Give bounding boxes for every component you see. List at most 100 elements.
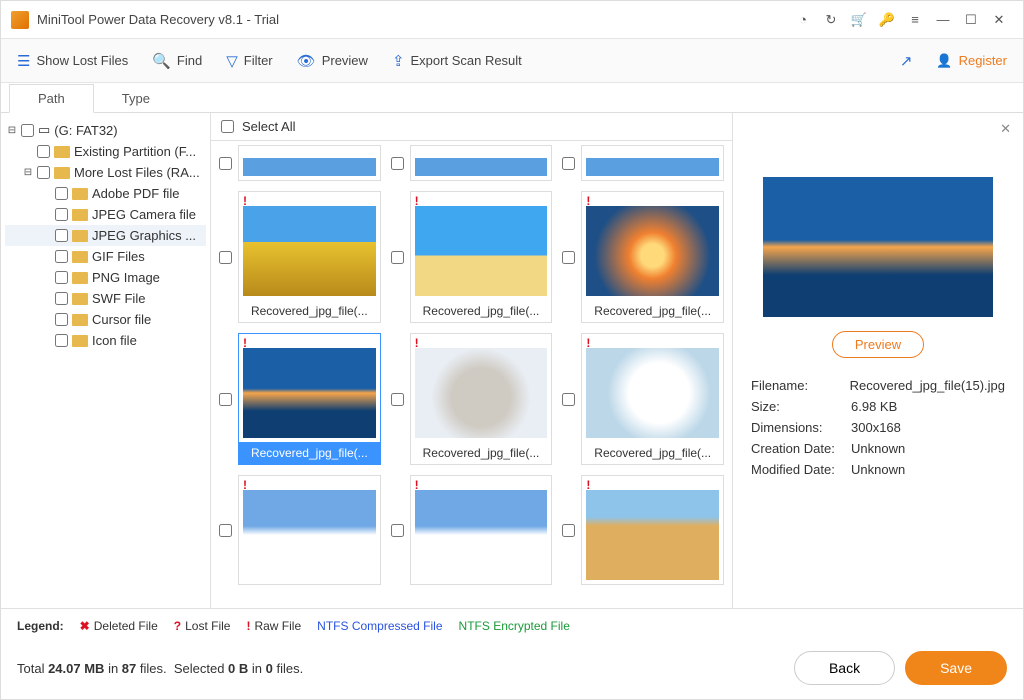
save-button[interactable]: Save: [905, 651, 1007, 685]
thumbnail-card[interactable]: !: [581, 475, 724, 585]
tree-label: SWF File: [92, 291, 145, 306]
tree-label: Existing Partition (F...: [74, 144, 196, 159]
thumbnail-cell[interactable]: !: [219, 475, 381, 585]
maximize-icon[interactable]: ☐: [957, 6, 985, 34]
select-all-checkbox[interactable]: [221, 120, 234, 133]
register-button[interactable]: 👤Register: [936, 53, 1007, 69]
tree-item[interactable]: JPEG Camera file: [5, 204, 206, 225]
tab-path[interactable]: Path: [9, 84, 94, 113]
tree-item[interactable]: GIF Files: [5, 246, 206, 267]
folder-icon: [72, 293, 88, 305]
thumbnail-grid[interactable]: ! Recovered_jpg_file(... ! Recovered_jpg…: [211, 141, 732, 608]
thumbnail-card[interactable]: [410, 145, 553, 181]
thumbnail-cell[interactable]: ! Recovered_jpg_file(...: [391, 191, 553, 323]
main: ⊟ ▭ (G: FAT32) Existing Partition (F... ⊟…: [1, 113, 1023, 608]
raw-flag-icon: !: [582, 192, 723, 206]
tree-item[interactable]: PNG Image: [5, 267, 206, 288]
tree-checkbox[interactable]: [37, 166, 50, 179]
find-button[interactable]: 🔍Find: [152, 52, 202, 70]
thumbnail-cell[interactable]: ! Recovered_jpg_file(...: [219, 191, 381, 323]
tree-checkbox[interactable]: [55, 187, 68, 200]
minimize-icon[interactable]: —: [929, 6, 957, 34]
thumbnail-checkbox[interactable]: [391, 393, 404, 406]
gauge-icon[interactable]: ◔: [789, 6, 817, 34]
thumbnail-card[interactable]: ! Recovered_jpg_file(...: [410, 333, 553, 465]
preview-meta: Filename:Recovered_jpg_file(15).jpg Size…: [751, 378, 1005, 477]
thumbnail-checkbox[interactable]: [391, 524, 404, 537]
thumbnail-checkbox[interactable]: [562, 157, 575, 170]
thumbnail-cell[interactable]: [219, 145, 381, 181]
tree-root[interactable]: ⊟ ▭ (G: FAT32): [5, 119, 206, 141]
tree-label: Adobe PDF file: [92, 186, 179, 201]
thumbnail-card[interactable]: ! Recovered_jpg_file(...: [238, 191, 381, 323]
tree-checkbox[interactable]: [55, 292, 68, 305]
thumbnail-cell[interactable]: !: [562, 475, 724, 585]
tree-checkbox[interactable]: [21, 124, 34, 137]
tree-checkbox[interactable]: [55, 250, 68, 263]
tree-item[interactable]: Icon file: [5, 330, 206, 351]
preview-button[interactable]: 👁Preview: [297, 52, 368, 70]
thumbnail-card[interactable]: ! Recovered_jpg_file(...: [581, 333, 724, 465]
menu-icon[interactable]: ≡: [901, 6, 929, 34]
thumbnail-image: [586, 348, 719, 438]
thumbnail-card[interactable]: !: [410, 475, 553, 585]
tree-checkbox[interactable]: [55, 313, 68, 326]
thumbnail-checkbox[interactable]: [562, 524, 575, 537]
folder-icon: [72, 209, 88, 221]
tree-checkbox[interactable]: [55, 229, 68, 242]
thumbnail-caption: Recovered_jpg_file(...: [239, 300, 380, 322]
key-icon[interactable]: 🔑: [873, 6, 901, 34]
tree-item[interactable]: JPEG Graphics ...: [5, 225, 206, 246]
close-preview-icon[interactable]: ✕: [1000, 121, 1011, 137]
tree-item[interactable]: ⊟ More Lost Files (RA...: [5, 162, 206, 183]
refresh-icon[interactable]: ↻: [817, 6, 845, 34]
thumbnail-checkbox[interactable]: [219, 251, 232, 264]
thumbnail-cell[interactable]: ! Recovered_jpg_file(...: [562, 191, 724, 323]
thumbnail-caption: Recovered_jpg_file(...: [411, 442, 552, 464]
tree-item[interactable]: Adobe PDF file: [5, 183, 206, 204]
cart-icon[interactable]: 🛒: [845, 6, 873, 34]
preview-open-button[interactable]: Preview: [832, 331, 924, 358]
back-button[interactable]: Back: [794, 651, 895, 685]
filter-button[interactable]: ▽Filter: [226, 52, 272, 70]
thumbnail-cell[interactable]: [391, 145, 553, 181]
tree-checkbox[interactable]: [55, 334, 68, 347]
thumbnail-cell[interactable]: ! Recovered_jpg_file(...: [219, 333, 381, 465]
thumbnail-card[interactable]: [238, 145, 381, 181]
tree-checkbox[interactable]: [55, 271, 68, 284]
thumbnail-checkbox[interactable]: [391, 157, 404, 170]
tree-label: (G: FAT32): [54, 123, 117, 138]
eye-icon: 👁: [297, 52, 316, 70]
thumbnail-cell[interactable]: [562, 145, 724, 181]
thumbnail-card[interactable]: ! Recovered_jpg_file(...: [581, 191, 724, 323]
thumbnail-checkbox[interactable]: [391, 251, 404, 264]
thumbnail-cell[interactable]: ! Recovered_jpg_file(...: [391, 333, 553, 465]
tree-item[interactable]: Cursor file: [5, 309, 206, 330]
thumbnail-checkbox[interactable]: [562, 393, 575, 406]
tree-item[interactable]: SWF File: [5, 288, 206, 309]
thumbnail-card[interactable]: ! Recovered_jpg_file(...: [410, 191, 553, 323]
expand-icon[interactable]: ⊟: [23, 167, 33, 178]
tree-checkbox[interactable]: [37, 145, 50, 158]
raw-flag-icon: !: [582, 476, 723, 490]
thumbnail-checkbox[interactable]: [219, 393, 232, 406]
thumbnail-checkbox[interactable]: [219, 157, 232, 170]
share-button[interactable]: ↗: [900, 52, 913, 70]
thumbnail-card[interactable]: !: [238, 475, 381, 585]
legend-lost: ?Lost File: [174, 619, 231, 633]
thumbnail-image: [243, 490, 376, 580]
folder-icon: [72, 230, 88, 242]
thumbnail-cell[interactable]: ! Recovered_jpg_file(...: [562, 333, 724, 465]
tab-type[interactable]: Type: [94, 85, 178, 112]
close-icon[interactable]: ✕: [985, 6, 1013, 34]
thumbnail-checkbox[interactable]: [219, 524, 232, 537]
export-button[interactable]: ⇪Export Scan Result: [392, 52, 522, 70]
thumbnail-cell[interactable]: !: [391, 475, 553, 585]
collapse-icon[interactable]: ⊟: [7, 125, 17, 136]
tree-checkbox[interactable]: [55, 208, 68, 221]
thumbnail-card[interactable]: [581, 145, 724, 181]
tree-item[interactable]: Existing Partition (F...: [5, 141, 206, 162]
show-lost-files-button[interactable]: ☰Show Lost Files: [17, 52, 128, 70]
thumbnail-card[interactable]: ! Recovered_jpg_file(...: [238, 333, 381, 465]
thumbnail-checkbox[interactable]: [562, 251, 575, 264]
